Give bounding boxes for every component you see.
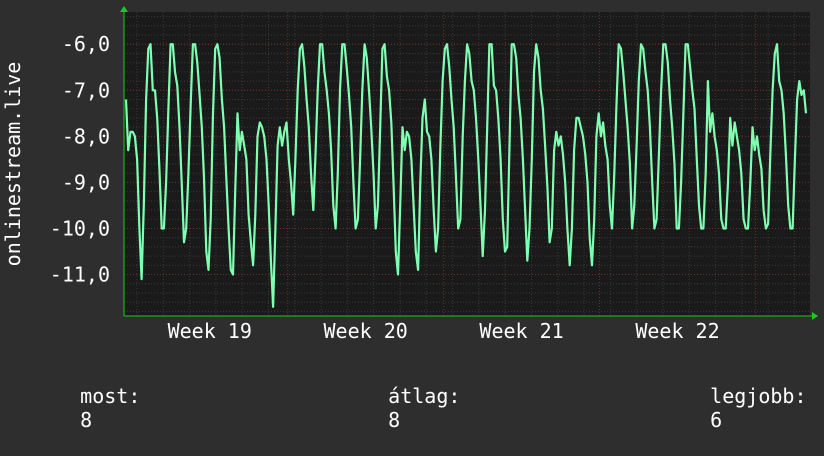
stat-best: legjobb: 6 [662, 360, 807, 456]
y-axis-ticks: -6,0 -7,0 -8,0 -9,0 -10,0 -11,0 [50, 32, 110, 286]
x-tick-label: Week 21 [479, 319, 563, 343]
y-axis-label: onlinestream.live [1, 62, 25, 267]
stat-best-value: 6 [710, 408, 723, 432]
x-axis-arrow [812, 312, 818, 320]
stat-average: átlag: 8 [340, 360, 460, 456]
x-axis-ticks: Week 19 Week 20 Week 21 Week 22 [168, 319, 720, 343]
x-tick-label: Week 22 [635, 319, 719, 343]
x-tick-label: Week 19 [168, 319, 252, 343]
stat-current: most: 8 [32, 360, 140, 456]
y-tick-label: -9,0 [62, 170, 110, 194]
stat-current-label: most: [80, 384, 141, 408]
y-tick-label: -11,0 [50, 263, 110, 287]
stat-average-label: átlag: [388, 384, 461, 408]
y-tick-label: -10,0 [50, 216, 110, 240]
stat-average-value: 8 [388, 408, 401, 432]
y-tick-label: -8,0 [62, 124, 110, 148]
line-chart: -6,0 -7,0 -8,0 -9,0 -10,0 -11,0 Week 19 Week 2… [1, 6, 818, 343]
y-tick-label: -6,0 [62, 32, 110, 56]
chart-root: -6,0 -7,0 -8,0 -9,0 -10,0 -11,0 Week 19 Week 2… [0, 0, 824, 432]
y-tick-label: -7,0 [62, 78, 110, 102]
stat-best-label: legjobb: [710, 384, 807, 408]
stat-current-value: 8 [80, 408, 93, 432]
x-tick-label: Week 20 [324, 319, 408, 343]
y-axis-arrow [120, 6, 128, 12]
